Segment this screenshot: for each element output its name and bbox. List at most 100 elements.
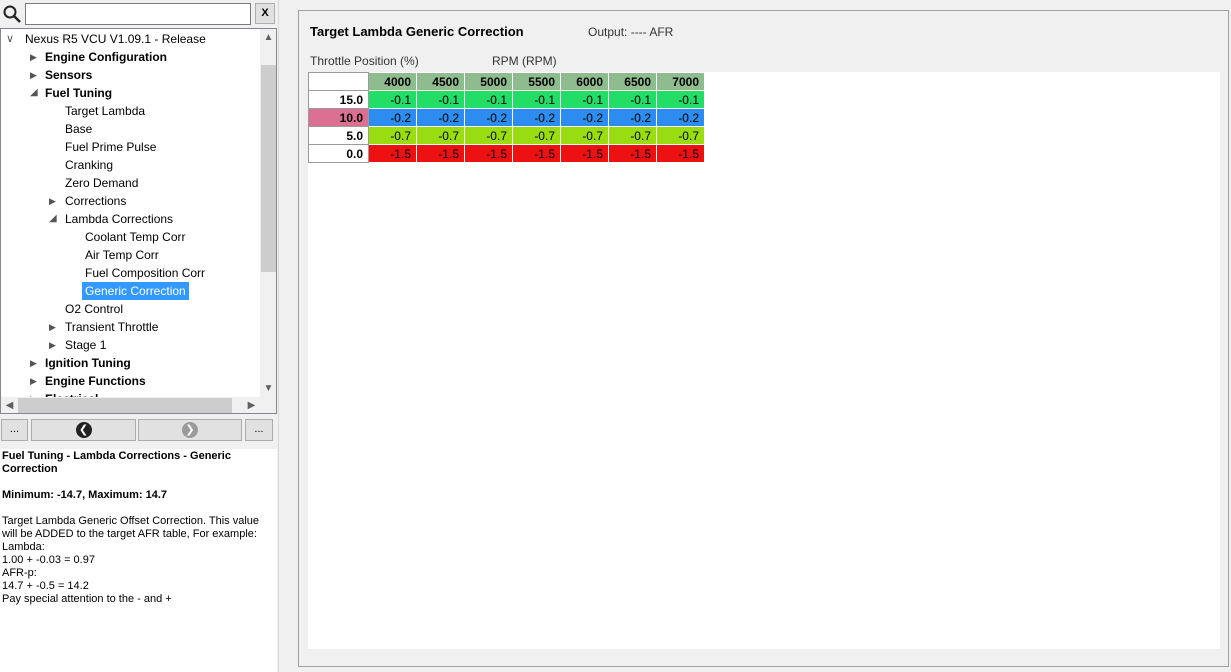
more-left-button[interactable]: ... <box>1 419 28 441</box>
table-cell[interactable]: -0.2 <box>560 108 609 127</box>
row-header[interactable]: 0.0 <box>308 144 369 163</box>
scroll-up-icon[interactable]: ▲ <box>260 29 276 46</box>
tree-vertical-scrollbar[interactable]: ▲ ▼ <box>260 29 276 397</box>
table-cell[interactable]: -1.5 <box>368 144 417 163</box>
expand-arrow-icon[interactable]: ▶ <box>30 390 42 397</box>
tree-item-label: Target Lambda <box>65 104 146 118</box>
table-cell[interactable]: -1.5 <box>416 144 465 163</box>
tree-item[interactable]: Fuel Composition Corr <box>1 264 259 282</box>
column-header[interactable]: 6000 <box>560 72 609 91</box>
scroll-right-icon[interactable]: ▶ <box>243 397 260 413</box>
description-body: Target Lambda Generic Offset Correction.… <box>2 515 259 605</box>
tree-item[interactable]: ▶Electrical <box>1 390 259 397</box>
column-header[interactable]: 6500 <box>608 72 657 91</box>
table-cell[interactable]: -0.7 <box>464 126 513 145</box>
table-cell[interactable]: -1.5 <box>512 144 561 163</box>
scroll-down-icon[interactable]: ▼ <box>260 380 276 397</box>
table-cell[interactable]: -0.1 <box>416 90 465 109</box>
scroll-corner <box>260 397 276 413</box>
tree-item[interactable]: ◢ Fuel Tuning <box>1 84 259 102</box>
tree-item[interactable]: ▶ Transient Throttle <box>1 318 259 336</box>
tree-item[interactable]: ▶ Engine Functions <box>1 372 259 390</box>
table-cell[interactable]: -0.7 <box>416 126 465 145</box>
collapse-arrow-icon[interactable]: ◢ <box>30 84 42 102</box>
tree-items: ∨ Nexus R5 VCU V1.09.1 - Release ▶ Engine C… <box>1 29 261 397</box>
row-header[interactable]: 5.0 <box>308 126 369 145</box>
tree-item-label: Air Temp Corr <box>85 248 159 262</box>
tree-item[interactable]: Base <box>1 120 259 138</box>
table-cell[interactable]: -1.5 <box>608 144 657 163</box>
tree-horizontal-scrollbar[interactable]: ◀ ▶ <box>1 397 260 413</box>
table-cell[interactable]: -0.7 <box>512 126 561 145</box>
expand-arrow-icon[interactable]: ▶ <box>30 372 42 390</box>
tree-item[interactable]: Cranking <box>1 156 259 174</box>
table-cell[interactable]: -0.2 <box>416 108 465 127</box>
row-header[interactable]: 15.0 <box>308 90 369 109</box>
forward-button[interactable]: ❯ <box>138 419 242 441</box>
expand-arrow-icon[interactable]: ▶ <box>49 192 61 210</box>
table-cell[interactable]: -0.2 <box>656 108 705 127</box>
tree-item[interactable]: ▶ Engine Configuration <box>1 48 259 66</box>
tree-item[interactable]: Coolant Temp Corr <box>1 228 259 246</box>
tree-item-label: Nexus R5 VCU V1.09.1 - Release <box>25 32 206 46</box>
scroll-left-icon[interactable]: ◀ <box>1 397 18 413</box>
tree-item[interactable]: Target Lambda <box>1 102 259 120</box>
column-header[interactable]: 4000 <box>368 72 417 91</box>
table-cell[interactable]: -1.5 <box>656 144 705 163</box>
column-header[interactable]: 4500 <box>416 72 465 91</box>
search-bar: X <box>0 0 278 28</box>
more-right-button[interactable]: ... <box>245 419 273 441</box>
tree-item[interactable]: ∨ Nexus R5 VCU V1.09.1 - Release <box>1 30 259 48</box>
table-cell[interactable]: -0.7 <box>608 126 657 145</box>
table-cell[interactable]: -0.2 <box>608 108 657 127</box>
clear-search-button[interactable]: X <box>255 3 275 24</box>
tree-item-label: Zero Demand <box>65 176 139 190</box>
table-cell[interactable]: -0.1 <box>464 90 513 109</box>
table-cell[interactable]: -0.2 <box>464 108 513 127</box>
settings-tree: ∨ Nexus R5 VCU V1.09.1 - Release ▶ Engine C… <box>0 28 277 414</box>
column-header[interactable]: 5500 <box>512 72 561 91</box>
row-header[interactable]: 10.0 <box>308 108 369 127</box>
table-cell[interactable]: -0.1 <box>656 90 705 109</box>
tree-item-label: Fuel Prime Pulse <box>65 140 157 154</box>
table-cell[interactable]: -1.5 <box>560 144 609 163</box>
table-cell[interactable]: -1.5 <box>464 144 513 163</box>
expand-arrow-icon[interactable]: ▶ <box>30 66 42 84</box>
tree-item[interactable]: ▶ Ignition Tuning <box>1 354 259 372</box>
table-cell[interactable]: -0.1 <box>608 90 657 109</box>
collapse-chevron-icon[interactable]: ∨ <box>6 30 18 48</box>
scroll-thumb-horizontal[interactable] <box>18 398 232 413</box>
column-header[interactable]: 7000 <box>656 72 705 91</box>
tree-item[interactable]: ◢ Lambda Corrections <box>1 210 259 228</box>
tree-item[interactable]: ▶ Corrections <box>1 192 259 210</box>
tree-item[interactable]: Generic Correction <box>1 282 259 300</box>
column-header[interactable]: 5000 <box>464 72 513 91</box>
expand-arrow-icon[interactable]: ▶ <box>30 354 42 372</box>
tree-item[interactable]: O2 Control <box>1 300 259 318</box>
tree-item[interactable]: ▶ Sensors <box>1 66 259 84</box>
table-cell[interactable]: -0.1 <box>560 90 609 109</box>
table-canvas: 4000 4500 5000 5500 6000 6500 7000 15.0 -0.1 -0.… <box>308 72 1220 649</box>
tree-item-label: Engine Functions <box>45 374 146 388</box>
expand-arrow-icon[interactable]: ▶ <box>49 318 61 336</box>
tree-item[interactable]: Fuel Prime Pulse <box>1 138 259 156</box>
table-cell[interactable]: -0.7 <box>656 126 705 145</box>
table-cell[interactable]: -0.2 <box>512 108 561 127</box>
table-cell[interactable]: -0.1 <box>368 90 417 109</box>
tree-item-label: Stage 1 <box>65 338 107 352</box>
table-cell[interactable]: -0.2 <box>368 108 417 127</box>
collapse-arrow-icon[interactable]: ◢ <box>49 210 61 228</box>
scroll-thumb[interactable] <box>261 65 276 272</box>
back-button[interactable]: ❮ <box>31 419 136 441</box>
expand-arrow-icon[interactable]: ▶ <box>49 336 61 354</box>
tree-item[interactable]: Zero Demand <box>1 174 259 192</box>
expand-arrow-icon[interactable]: ▶ <box>30 48 42 66</box>
navigation-pane: X ∨ Nexus R5 VCU V1.09.1 - Release ▶ Engine… <box>0 0 278 672</box>
tree-item[interactable]: ▶ Stage 1 <box>1 336 259 354</box>
table-cell[interactable]: -0.7 <box>368 126 417 145</box>
search-input[interactable] <box>25 3 251 25</box>
pane-splitter[interactable] <box>278 0 288 672</box>
table-cell[interactable]: -0.7 <box>560 126 609 145</box>
tree-item[interactable]: Air Temp Corr <box>1 246 259 264</box>
table-cell[interactable]: -0.1 <box>512 90 561 109</box>
